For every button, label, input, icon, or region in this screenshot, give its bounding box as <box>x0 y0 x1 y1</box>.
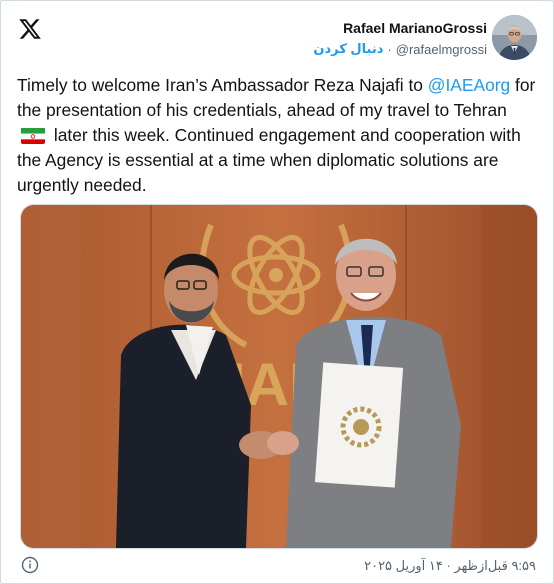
author-meta: دنبال کردن · @rafaelmgrossi <box>313 41 487 57</box>
separator-dot: · <box>387 41 392 57</box>
author-handle[interactable]: @rafaelmgrossi <box>396 42 487 57</box>
tweet-timestamp[interactable]: ۹:۵۹ قبل‌ازظهر · ۱۴ آوریل ۲۰۲۵ <box>364 558 536 574</box>
iran-flag-icon <box>21 127 45 144</box>
author-block: Rafael MarianoGrossi دنبال کردن · @rafae… <box>313 20 487 57</box>
follow-button[interactable]: دنبال کردن <box>313 41 383 57</box>
avatar[interactable] <box>492 15 537 60</box>
x-logo-icon[interactable] <box>18 17 42 41</box>
tweet-text-part-3: later this week. Continued engagement an… <box>17 125 521 195</box>
info-icon[interactable] <box>21 556 39 574</box>
mention-link[interactable]: @IAEAorg <box>428 75 510 95</box>
tweet-text: Timely to welcome Iran’s Ambassador Reza… <box>17 73 542 198</box>
credentials-document <box>314 362 404 488</box>
tweet-photo[interactable]: IAE <box>20 204 538 549</box>
tweet-card[interactable]: Rafael MarianoGrossi دنبال کردن · @rafae… <box>0 0 554 584</box>
author-name[interactable]: Rafael MarianoGrossi <box>313 20 487 36</box>
tweet-text-part-1: Timely to welcome Iran’s Ambassador Reza… <box>17 75 423 95</box>
